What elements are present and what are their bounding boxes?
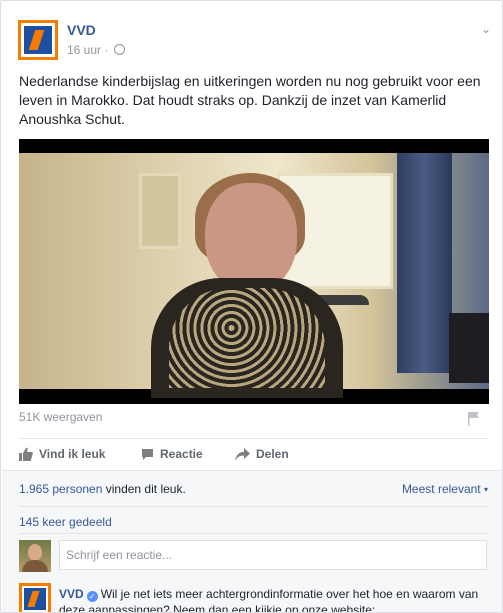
share-icon xyxy=(235,448,250,461)
post-meta: 16 uur · xyxy=(67,43,125,57)
thumbs-up-icon xyxy=(19,447,33,461)
comment-text: Wil je net iets meer achtergrondinformat… xyxy=(59,587,479,613)
like-label: Vind ik leuk xyxy=(39,447,106,461)
share-label: Delen xyxy=(256,447,289,461)
likes-summary: 1.965 personen vinden dit leuk. xyxy=(19,482,186,496)
sort-dropdown[interactable]: Meest relevant ▾ xyxy=(402,482,488,496)
time-separator: · xyxy=(104,43,109,57)
comment-author-avatar[interactable] xyxy=(19,583,51,612)
current-user-avatar[interactable] xyxy=(19,540,51,572)
divider xyxy=(19,506,489,507)
caret-down-icon: ▾ xyxy=(483,485,488,494)
divider xyxy=(19,533,489,534)
like-button[interactable]: Vind ik leuk xyxy=(19,447,105,461)
comment-input[interactable] xyxy=(59,540,487,570)
comment-label: Reactie xyxy=(160,447,203,461)
share-button[interactable]: Delen xyxy=(235,447,289,461)
post-text: Nederlandse kinderbijslag en uitkeringen… xyxy=(19,73,481,127)
sort-label: Meest relevant xyxy=(401,482,481,496)
likes-suffix: vinden dit leuk. xyxy=(102,482,186,496)
page-name-link[interactable]: VVD xyxy=(67,22,96,38)
chevron-down-icon[interactable]: ⌄ xyxy=(481,22,491,36)
globe-icon xyxy=(113,44,125,55)
view-count: 51K weergaven xyxy=(19,410,103,424)
post-card: VVD 16 uur · ⌄ Nederlandse kinderbijslag… xyxy=(0,0,503,613)
vvd-logo[interactable] xyxy=(18,20,58,60)
video-player[interactable] xyxy=(19,139,489,404)
flag-icon[interactable] xyxy=(467,411,480,426)
comment-button[interactable]: Reactie xyxy=(141,447,203,461)
likes-count-link[interactable]: 1.965 personen xyxy=(19,482,102,496)
comment-icon xyxy=(142,449,153,460)
shares-link[interactable]: 145 keer gedeeld xyxy=(19,515,112,529)
video-thumbnail xyxy=(19,153,489,398)
post-time[interactable]: 16 uur xyxy=(67,43,101,57)
engagement-section: 1.965 personen vinden dit leuk. Meest re… xyxy=(2,470,502,613)
verified-badge-icon: ✓ xyxy=(86,591,98,602)
post-header: VVD 16 uur · ⌄ xyxy=(18,20,491,64)
comment-body: VVD ✓ Wil je net iets meer achtergrondinfo… xyxy=(59,586,489,613)
action-bar: Vind ik leuk Reactie Delen xyxy=(19,439,489,469)
comment-author-link[interactable]: VVD xyxy=(59,587,84,601)
